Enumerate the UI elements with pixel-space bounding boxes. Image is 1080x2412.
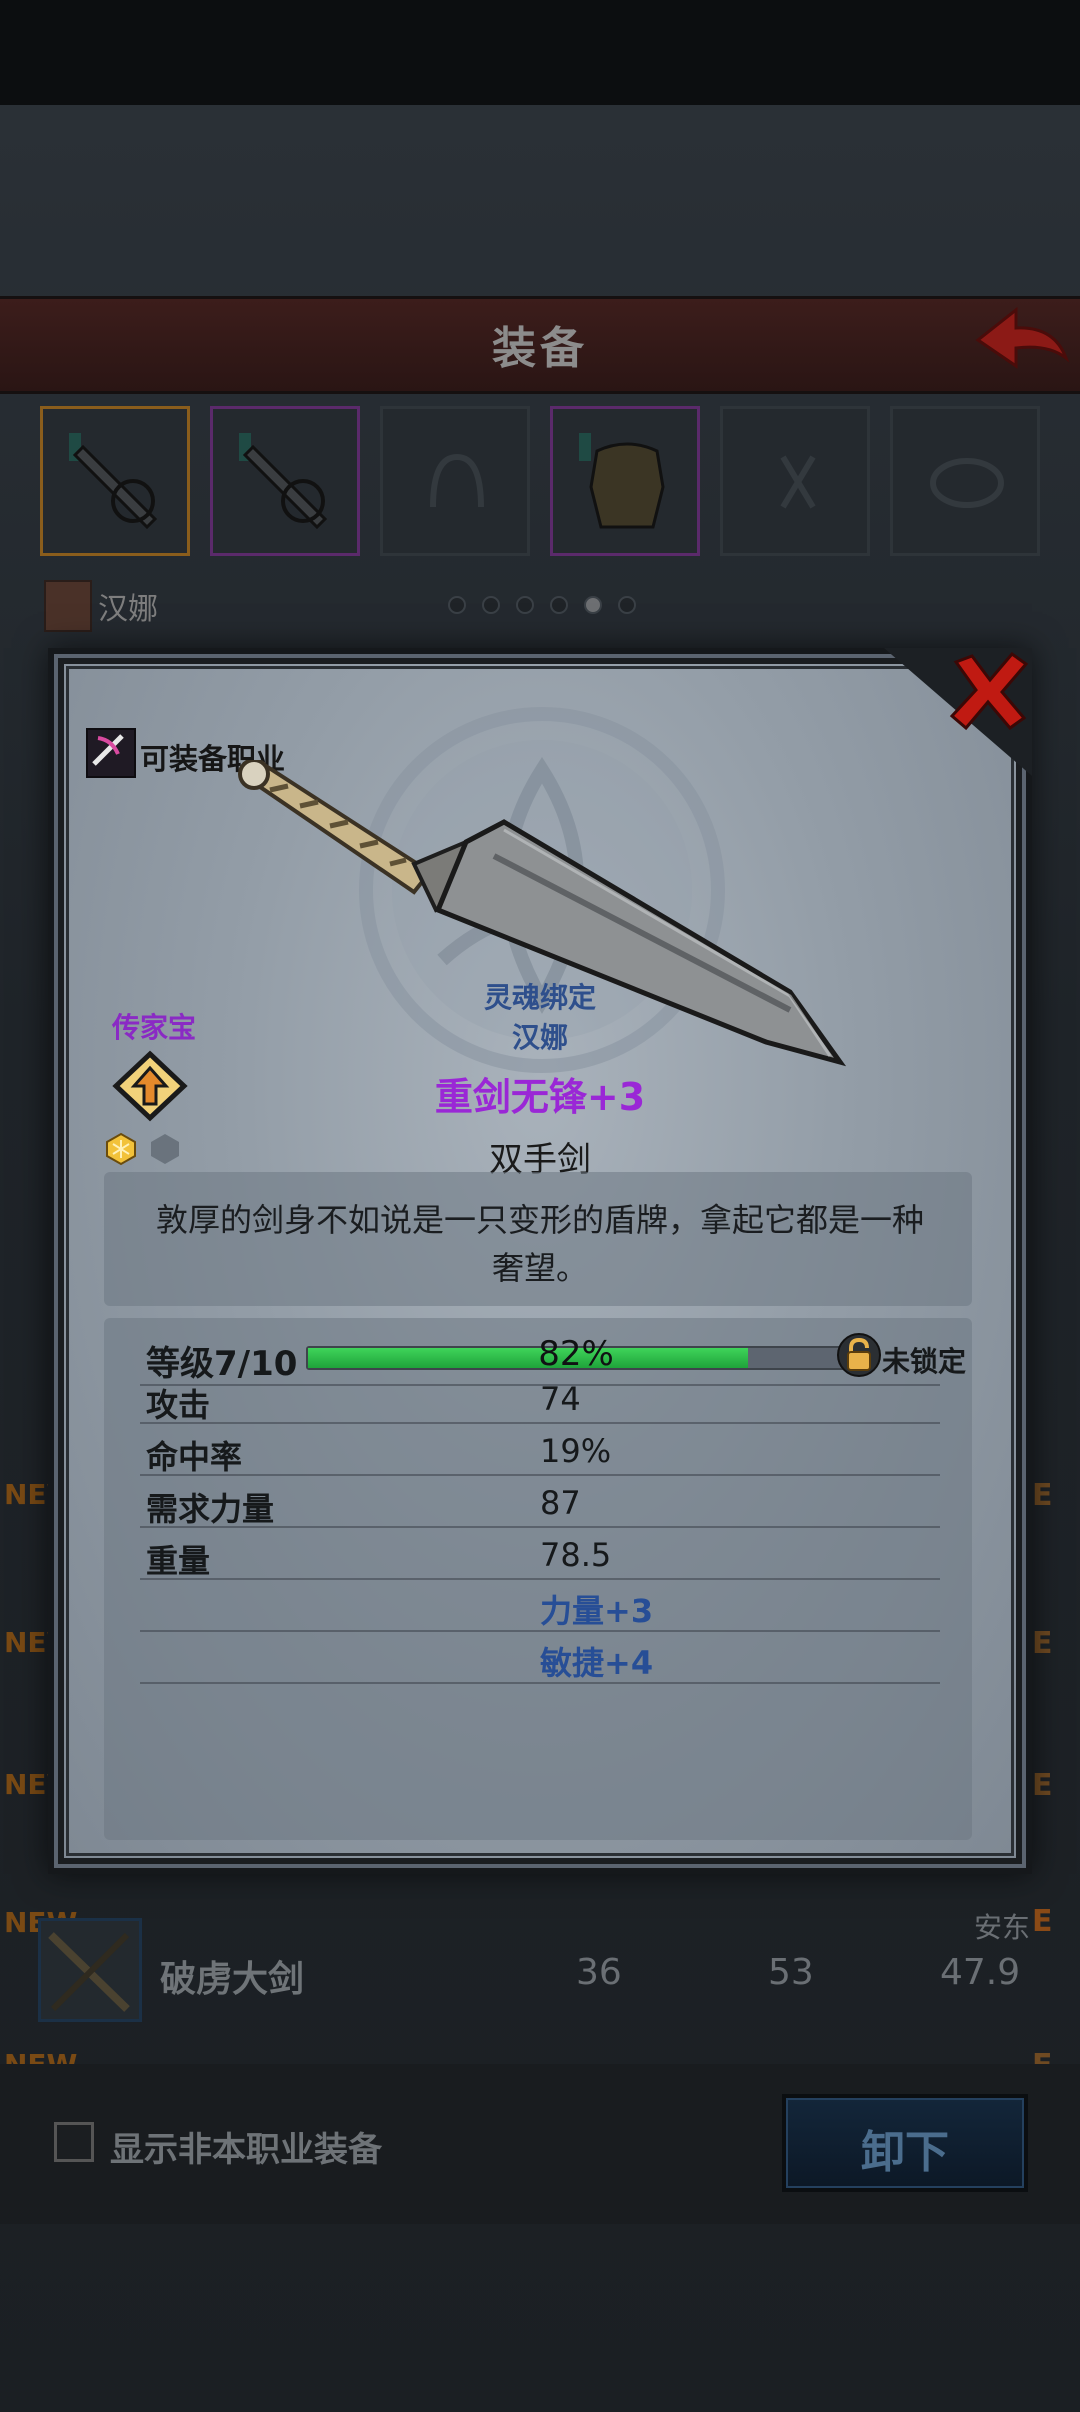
page-dot-active [584,596,602,614]
gem-slot-empty-icon [151,1134,179,1164]
equipment-slot-armor[interactable] [550,406,700,556]
armor-icon [579,433,665,529]
heirloom-upgrade-icon[interactable] [112,1050,188,1122]
avatar[interactable] [44,580,92,632]
equipment-slot-accessory[interactable] [720,406,870,556]
close-icon[interactable] [946,650,1030,732]
unequip-button-label[interactable]: 卸下 [782,2116,1028,2180]
grade-letter: E [1032,1478,1053,1513]
status-bar-area [0,0,1080,105]
list-item-accuracy: 53 [768,1952,814,1993]
character-name: 汉娜 [98,592,158,627]
stat-value-accuracy: 19% [540,1432,612,1470]
crossed-swords-icon [48,1932,130,2012]
list-item-owner: 安东 [974,1911,1031,1944]
greatsword-icon [239,433,328,530]
stat-value-strength-req: 87 [540,1484,581,1522]
accessory-placeholder-icon [780,455,816,509]
equipment-slot-weapon[interactable] [40,406,190,556]
page-dot [550,596,568,614]
class-icon[interactable] [86,728,136,778]
screen-title: 装备 [492,323,588,374]
show-other-class-label[interactable]: 显示非本职业装备 [110,2122,382,2171]
bonus-agility: 敏捷+4 [540,1644,654,1682]
bonus-strength: 力量+3 [540,1592,654,1630]
equipment-slot-ring[interactable] [890,406,1040,556]
equipment-slot-offhand[interactable] [210,406,360,556]
page-dot [448,596,466,614]
list-item-name[interactable]: 破虏大剑 [160,1950,304,2002]
grade-letter: E [1032,1768,1053,1803]
list-item-thumbnail[interactable] [38,1918,142,2022]
stat-label-weight: 重量 [146,1542,211,1580]
item-name: 重剑无锋+3 [434,1075,646,1119]
item-description: 敦厚的剑身不如说是一只变形的盾牌，拿起它都是一种奢望。 [155,1201,924,1287]
list-item-weight: 47.9 [940,1952,1021,1993]
stat-value-weight: 78.5 [540,1536,612,1574]
helmet-placeholder-icon [430,453,484,508]
page-dot [482,596,500,614]
crossed-weapons-icon [92,734,124,766]
stat-label-strength-req: 需求力量 [146,1490,275,1528]
stat-label-accuracy: 命中率 [146,1438,243,1476]
soulbound-label: 灵魂绑定 [483,981,596,1014]
soulbound-owner: 汉娜 [511,1021,568,1054]
heirloom-label: 传家宝 [112,1011,197,1044]
list-item-attack: 36 [576,1952,622,1993]
equipment-slot-helmet[interactable] [380,406,530,556]
list-item-grade: E [1032,1904,1053,1939]
greatsword-icon [69,433,158,530]
grade-letter: E [1032,1626,1053,1661]
back-arrow-icon[interactable] [970,300,1070,380]
ring-placeholder-icon [930,458,1004,508]
page-dot [516,596,534,614]
stat-value-attack: 74 [540,1380,581,1418]
gem-slot-filled-icon [106,1132,136,1166]
page-dot [618,596,636,614]
show-other-class-checkbox[interactable] [54,2122,94,2162]
stat-label-attack: 攻击 [146,1386,211,1424]
